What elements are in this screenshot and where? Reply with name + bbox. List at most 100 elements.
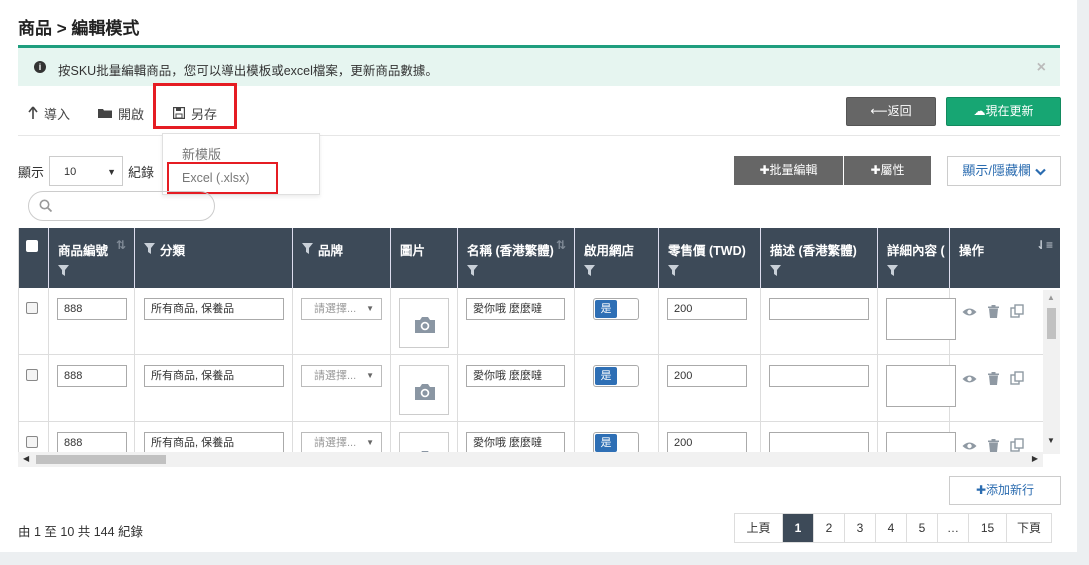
pagination-page[interactable]: 15 <box>969 514 1007 542</box>
enabled-toggle[interactable]: 是 <box>593 365 639 387</box>
cell-enabled: 是 <box>575 355 659 422</box>
th-name-label: 名稱 (香港繁體) <box>467 244 554 258</box>
th-description-label: 描述 (香港繁體) <box>770 244 857 258</box>
caret-down-icon: ▼ <box>107 167 116 177</box>
cell-category: 所有商品, 保養品 <box>135 355 293 422</box>
description-input[interactable] <box>769 298 869 320</box>
brand-select[interactable]: 請選擇... ▼ <box>301 365 382 387</box>
name-input[interactable]: 愛你哦 麼麼噠 <box>466 298 565 320</box>
description-input[interactable] <box>769 432 869 454</box>
toggle-on-label: 是 <box>595 434 617 452</box>
description-input[interactable] <box>769 365 869 387</box>
th-description[interactable]: 描述 (香港繁體) <box>761 228 878 288</box>
pagination-page[interactable]: 5 <box>907 514 938 542</box>
th-sku-label: 商品編號 <box>58 244 109 258</box>
attributes-button[interactable]: ✚屬性 <box>844 156 931 185</box>
th-category[interactable]: 分類 <box>135 228 293 288</box>
pagination-prev[interactable]: 上頁 <box>735 514 783 542</box>
brand-select[interactable]: 請選擇... ▼ <box>301 432 382 454</box>
enabled-toggle[interactable]: 是 <box>593 432 639 454</box>
filter-icon[interactable] <box>302 243 313 254</box>
scroll-left-icon[interactable]: ◀ <box>23 454 29 463</box>
category-input[interactable]: 所有商品, 保養品 <box>144 365 284 387</box>
name-input[interactable]: 愛你哦 麼麼噠 <box>466 432 565 454</box>
horizontal-scrollbar[interactable]: ◀ ▶ <box>18 452 1043 467</box>
cell-actions <box>950 355 1049 422</box>
pagination-next[interactable]: 下頁 <box>1007 514 1051 542</box>
page-length-select[interactable]: 10 ▼ <box>49 156 123 186</box>
pagination-page[interactable]: 3 <box>845 514 876 542</box>
highlight-box-excel <box>167 162 278 194</box>
sku-input[interactable]: 888 <box>57 432 127 454</box>
plus-icon: ✚ <box>975 483 987 497</box>
trash-icon[interactable] <box>988 304 999 321</box>
category-input[interactable]: 所有商品, 保養品 <box>144 298 284 320</box>
th-brand[interactable]: 品牌 <box>293 228 391 288</box>
name-input[interactable]: 愛你哦 麼麼噠 <box>466 365 565 387</box>
eye-icon[interactable] <box>962 373 977 387</box>
filter-icon[interactable] <box>144 243 155 254</box>
back-button[interactable]: ⟵返回 <box>846 97 936 126</box>
filter-icon[interactable] <box>467 265 478 276</box>
filter-icon[interactable] <box>584 265 595 276</box>
filter-icon[interactable] <box>887 265 898 276</box>
cell-image <box>391 288 458 355</box>
th-brand-label: 品牌 <box>318 244 344 258</box>
th-details-label: 詳細內容 ( <box>887 244 945 258</box>
brand-placeholder: 請選擇... <box>314 303 357 315</box>
cell-enabled: 是 <box>575 288 659 355</box>
copy-icon[interactable] <box>1010 304 1024 321</box>
enabled-toggle[interactable]: 是 <box>593 298 639 320</box>
sku-input[interactable]: 888 <box>57 298 127 320</box>
filter-icon[interactable] <box>770 265 781 276</box>
th-name[interactable]: 名稱 (香港繁體) ⇅ <box>458 228 575 288</box>
th-details[interactable]: 詳細內容 ( <box>878 228 950 288</box>
row-checkbox[interactable] <box>26 369 38 381</box>
select-all-checkbox[interactable] <box>26 240 38 252</box>
pagination-page[interactable]: 2 <box>814 514 845 542</box>
import-button[interactable]: 導入 <box>28 104 70 122</box>
close-icon[interactable]: × <box>1037 59 1046 77</box>
details-textarea[interactable] <box>886 298 956 340</box>
image-upload[interactable] <box>399 365 449 415</box>
details-textarea[interactable] <box>886 365 956 407</box>
cell-select <box>19 355 49 422</box>
price-input[interactable]: 200 <box>667 298 747 320</box>
filter-icon[interactable] <box>58 265 69 276</box>
sku-input[interactable]: 888 <box>57 365 127 387</box>
search-input[interactable] <box>28 191 215 221</box>
sort-icon: ⇅ <box>115 238 126 252</box>
batch-edit-label: 批量編輯 <box>769 163 818 177</box>
copy-icon[interactable] <box>1010 371 1024 388</box>
scroll-right-icon[interactable]: ▶ <box>1032 454 1038 463</box>
th-sku[interactable]: 商品編號 ⇅ <box>49 228 135 288</box>
scroll-down-icon[interactable]: ▼ <box>1047 436 1055 445</box>
batch-edit-button[interactable]: ✚批量編輯 <box>734 156 844 185</box>
info-icon: i <box>34 61 46 73</box>
show-hide-columns-button[interactable]: 顯示/隱藏欄 <box>947 156 1061 186</box>
pagination-page[interactable]: 4 <box>876 514 907 542</box>
price-input[interactable]: 200 <box>667 365 747 387</box>
image-upload[interactable] <box>399 298 449 348</box>
row-checkbox[interactable] <box>26 436 38 448</box>
add-row-button[interactable]: ✚添加新行 <box>949 476 1061 505</box>
open-button[interactable]: 開啟 <box>98 104 144 122</box>
scrollbar-thumb[interactable] <box>1047 308 1056 339</box>
category-input[interactable]: 所有商品, 保養品 <box>144 432 284 454</box>
trash-icon[interactable] <box>988 371 999 388</box>
sort-desc-icon[interactable]: ⇃≡ <box>1036 238 1053 252</box>
row-checkbox[interactable] <box>26 302 38 314</box>
pagination-page[interactable]: 1 <box>783 514 814 542</box>
price-input[interactable]: 200 <box>667 432 747 454</box>
th-price[interactable]: 零售價 (TWD) <box>659 228 761 288</box>
update-now-button[interactable]: ☁現在更新 <box>946 97 1061 126</box>
cell-sku: 888 <box>49 355 135 422</box>
eye-icon[interactable] <box>962 306 977 320</box>
menu-item-new-template[interactable]: 新模版 <box>182 144 221 163</box>
scroll-up-icon[interactable]: ▲ <box>1047 293 1055 302</box>
scrollbar-thumb[interactable] <box>36 455 166 464</box>
th-enabled[interactable]: 啟用網店 <box>575 228 659 288</box>
brand-select[interactable]: 請選擇... ▼ <box>301 298 382 320</box>
vertical-scrollbar[interactable]: ▲ ▼ <box>1043 290 1060 454</box>
filter-icon[interactable] <box>668 265 679 276</box>
